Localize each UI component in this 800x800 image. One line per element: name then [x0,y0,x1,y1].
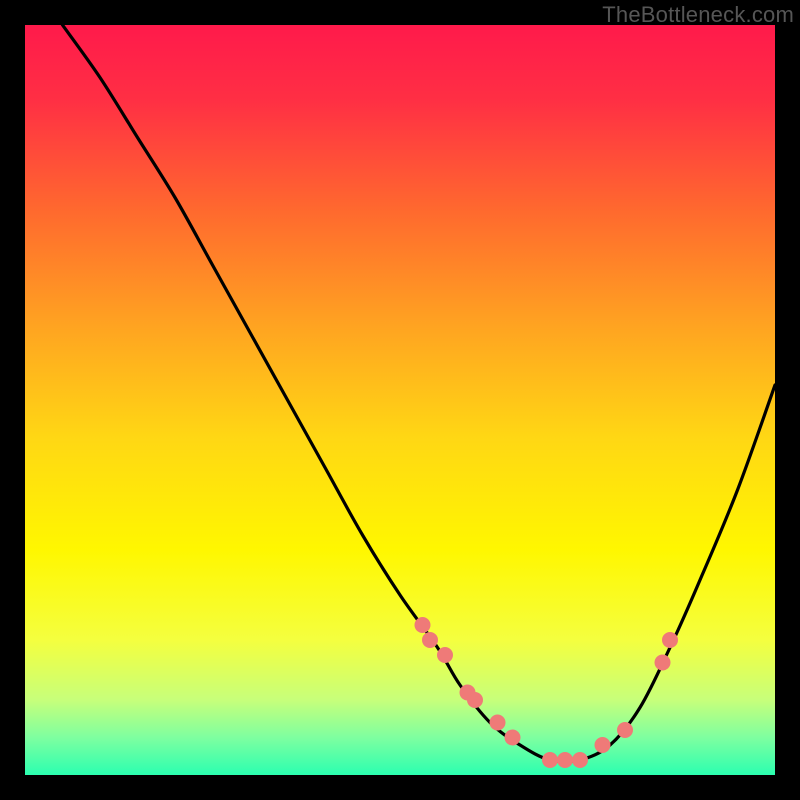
chart-svg [25,25,775,775]
marker-point [662,632,678,648]
marker-point [467,692,483,708]
marker-point [437,647,453,663]
marker-point [505,730,521,746]
marker-point [572,752,588,768]
marker-point [595,737,611,753]
marker-point [490,715,506,731]
marker-point [422,632,438,648]
chart-frame [25,25,775,775]
watermark-text: TheBottleneck.com [602,2,794,28]
marker-point [655,655,671,671]
marker-point [542,752,558,768]
marker-point [617,722,633,738]
marker-point [557,752,573,768]
marker-point [415,617,431,633]
